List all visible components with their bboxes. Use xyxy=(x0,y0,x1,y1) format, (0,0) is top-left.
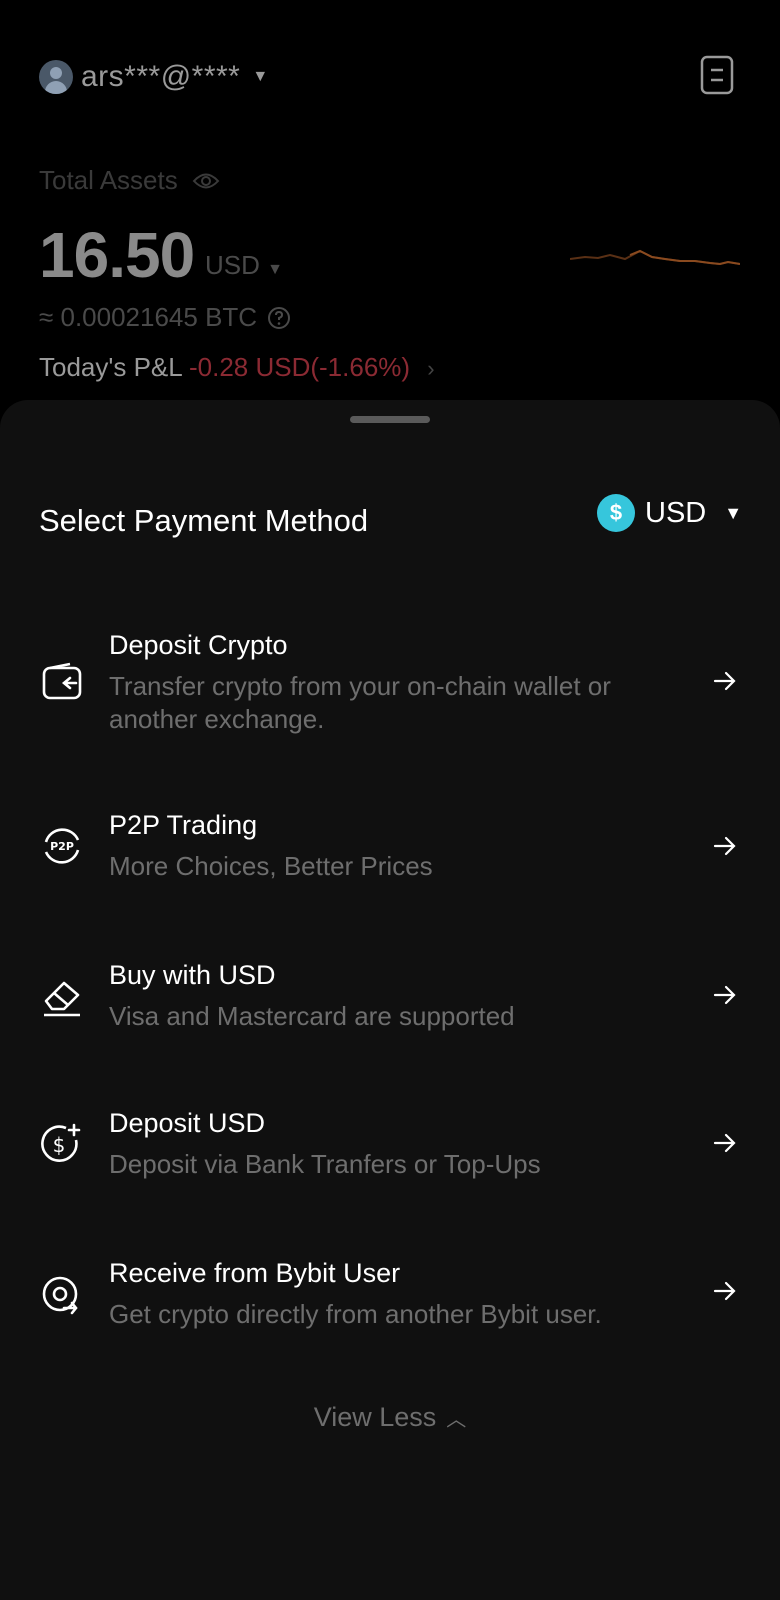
wallet-deposit-icon xyxy=(42,662,82,700)
caret-down-icon: ▼ xyxy=(267,261,283,278)
p2p-icon: P2P xyxy=(44,828,80,864)
sheet-drag-handle[interactable] xyxy=(350,416,430,423)
arrow-right-icon xyxy=(713,671,736,691)
view-less-label: View Less xyxy=(313,1402,437,1432)
option-subtitle: Visa and Mastercard are supported xyxy=(109,1001,515,1031)
pnl-label: Today's P&L xyxy=(39,352,182,382)
svg-text:P2P: P2P xyxy=(50,840,74,853)
avatar xyxy=(39,60,73,94)
option-title: Deposit USD xyxy=(109,1108,266,1138)
document-icon[interactable] xyxy=(700,55,734,95)
eye-icon[interactable] xyxy=(192,172,220,190)
payment-option-deposit-crypto[interactable]: Deposit Crypto Transfer crypto from your… xyxy=(0,628,780,748)
payment-option-buy-with-usd[interactable]: Buy with USD Visa and Mastercard are sup… xyxy=(0,960,780,1080)
pnl-value: -0.28 USD(-1.66%) xyxy=(188,352,411,382)
svg-text:$: $ xyxy=(53,1133,66,1157)
currency-label: USD xyxy=(645,496,707,529)
option-title: Deposit Crypto xyxy=(109,630,288,660)
option-title: Receive from Bybit User xyxy=(109,1258,401,1288)
user-transfer-icon xyxy=(42,1276,78,1315)
arrow-right-icon xyxy=(713,836,736,856)
chevron-right-icon: › xyxy=(427,356,435,381)
btc-equivalent: ≈ 0.00021645 BTC xyxy=(39,302,291,333)
option-title: P2P Trading xyxy=(109,810,258,840)
view-less-button[interactable]: View Less ︿ xyxy=(0,1402,780,1433)
total-assets-label: Total Assets xyxy=(39,165,220,196)
amount-currency: USD xyxy=(205,250,260,280)
option-subtitle: Transfer crypto from your on-chain walle… xyxy=(109,671,611,734)
sheet-title: Select Payment Method xyxy=(39,503,369,538)
option-subtitle: Deposit via Bank Tranfers or Top-Ups xyxy=(109,1149,541,1179)
option-title: Buy with USD xyxy=(109,960,276,990)
payment-option-p2p-trading[interactable]: P2P P2P Trading More Choices, Better Pri… xyxy=(0,810,780,930)
payment-method-sheet: Select Payment Method $ USD ▼ Deposit Cr… xyxy=(0,400,780,1600)
dollar-plus-icon: $ xyxy=(41,1123,81,1162)
account-name: ars***@**** xyxy=(81,60,241,93)
total-assets-text: Total Assets xyxy=(39,165,178,195)
option-subtitle: More Choices, Better Prices xyxy=(109,851,433,881)
caret-down-icon: ▼ xyxy=(252,68,269,85)
total-amount: 16.50 xyxy=(39,219,195,291)
caret-down-icon: ▼ xyxy=(724,502,743,523)
account-switcher[interactable]: ars***@**** ▼ xyxy=(39,60,268,94)
currency-selector[interactable]: $ USD ▼ xyxy=(597,494,742,532)
arrow-right-icon xyxy=(713,985,736,1005)
asset-sparkline xyxy=(570,249,740,266)
card-icon xyxy=(44,981,80,1017)
usd-coin-icon: $ xyxy=(597,494,635,532)
option-subtitle: Get crypto directly from another Bybit u… xyxy=(109,1299,602,1329)
help-icon[interactable] xyxy=(267,306,291,330)
todays-pnl[interactable]: Today's P&L -0.28 USD(-1.66%) › xyxy=(39,352,435,383)
payment-option-receive-from-user[interactable]: Receive from Bybit User Get crypto direc… xyxy=(0,1258,780,1380)
chevron-up-icon: ︿ xyxy=(446,1409,467,1431)
arrow-right-icon xyxy=(713,1281,736,1301)
arrow-right-icon xyxy=(713,1133,736,1153)
payment-option-deposit-usd[interactable]: $ Deposit USD Deposit via Bank Tranfers … xyxy=(0,1108,780,1230)
amount-currency-selector[interactable]: USD ▼ xyxy=(205,250,283,281)
btc-equivalent-text: ≈ 0.00021645 BTC xyxy=(39,302,258,332)
